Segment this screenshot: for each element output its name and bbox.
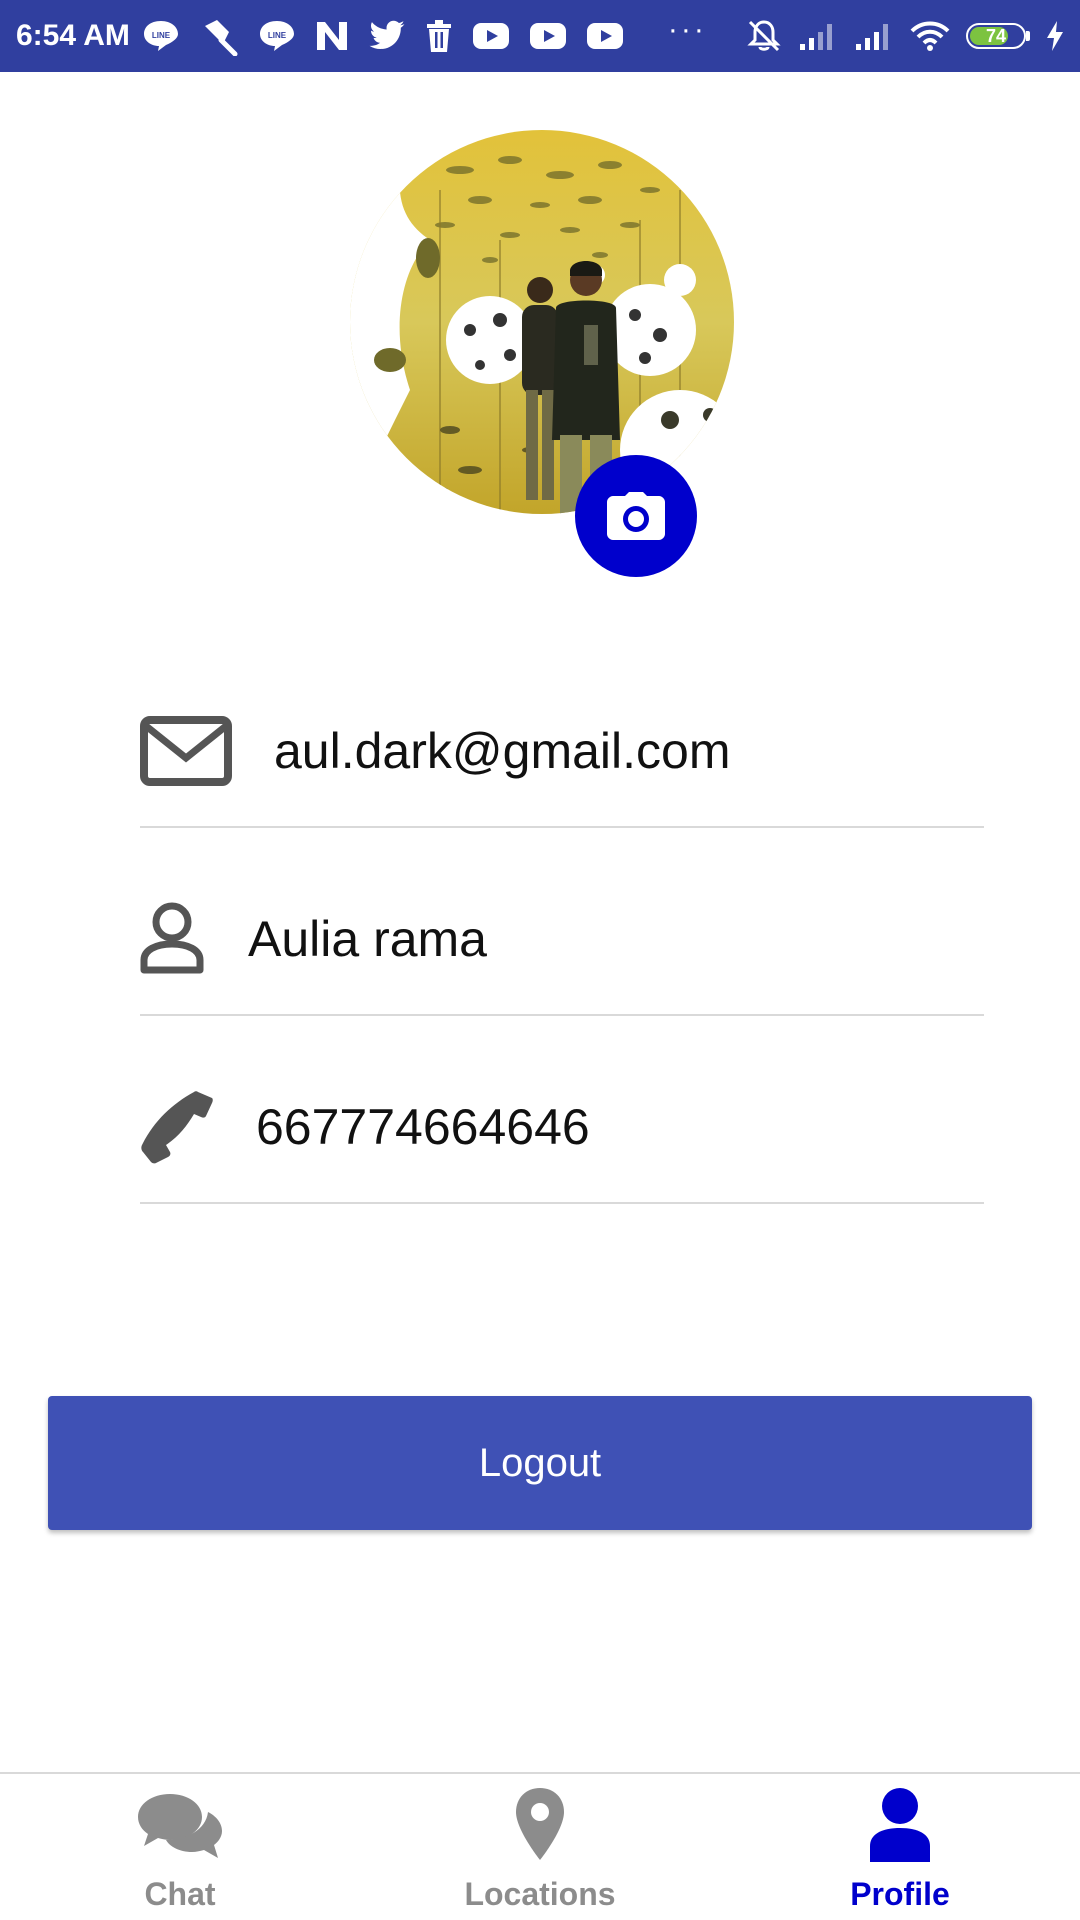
map-pin-icon bbox=[516, 1788, 564, 1860]
twitter-icon bbox=[369, 20, 405, 49]
nav-item-chat[interactable]: Chat bbox=[0, 1774, 360, 1920]
battery-indicator: 74 bbox=[966, 23, 1030, 49]
status-bar: 6:54 AM LINE LINE ··· 74 bbox=[0, 0, 1080, 72]
envelope-icon bbox=[140, 716, 232, 786]
nav-label-chat: Chat bbox=[144, 1876, 216, 1912]
notification-icons: LINE LINE bbox=[142, 16, 624, 56]
line-icon: LINE bbox=[143, 21, 178, 51]
change-photo-button[interactable] bbox=[575, 455, 697, 577]
wifi-icon bbox=[910, 21, 950, 51]
profile-avatar[interactable] bbox=[350, 130, 734, 514]
name-value: Aulia rama bbox=[248, 911, 487, 967]
logout-button[interactable]: Logout bbox=[48, 1396, 1032, 1530]
line-icon: LINE bbox=[259, 21, 294, 51]
status-time: 6:54 AM bbox=[16, 19, 130, 52]
phone-icon bbox=[141, 1091, 213, 1164]
person-icon bbox=[870, 1788, 930, 1862]
pin-icon bbox=[204, 20, 238, 56]
battery-level: 74 bbox=[985, 26, 1007, 46]
bottom-navigation: Chat Locations Profile bbox=[0, 1772, 1080, 1920]
camera-icon bbox=[607, 492, 665, 540]
signal-icon bbox=[856, 24, 888, 50]
mute-bell-icon bbox=[747, 20, 781, 52]
name-row: Aulia rama bbox=[140, 828, 984, 1016]
email-value: aul.dark@gmail.com bbox=[274, 723, 731, 779]
overflow-indicator: ··· bbox=[667, 13, 707, 46]
email-row: aul.dark@gmail.com bbox=[140, 640, 984, 828]
avatar-photo bbox=[350, 130, 734, 514]
chat-bubbles-icon bbox=[138, 1794, 222, 1858]
youtube-icon bbox=[586, 23, 623, 49]
phone-row: 667774664646 bbox=[140, 1016, 984, 1204]
youtube-icon bbox=[472, 23, 509, 49]
n-icon bbox=[316, 22, 347, 50]
svg-text:LINE: LINE bbox=[268, 31, 287, 40]
nav-label-locations: Locations bbox=[464, 1876, 616, 1912]
youtube-icon bbox=[529, 23, 566, 49]
signal-icon bbox=[800, 24, 832, 50]
nav-item-profile[interactable]: Profile bbox=[720, 1774, 1080, 1920]
svg-text:LINE: LINE bbox=[152, 31, 171, 40]
charging-icon bbox=[1047, 21, 1063, 51]
nav-item-locations[interactable]: Locations bbox=[360, 1774, 720, 1920]
trash-icon bbox=[426, 20, 451, 52]
phone-value: 667774664646 bbox=[256, 1099, 590, 1155]
user-outline-icon bbox=[140, 902, 204, 974]
nav-label-profile: Profile bbox=[850, 1876, 950, 1912]
